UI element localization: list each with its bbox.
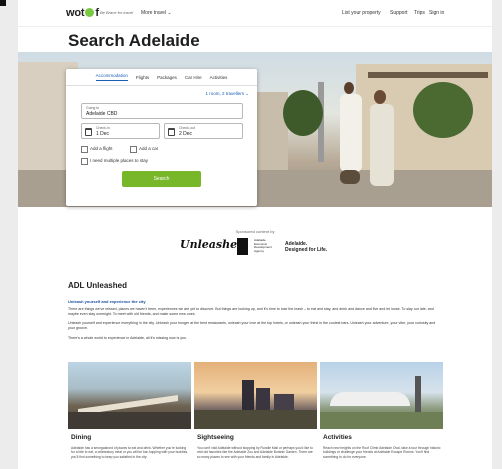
search-button[interactable]: Search <box>122 171 201 187</box>
sightseeing-card[interactable]: Sightseeing You can't visit Adelaide wit… <box>194 362 317 469</box>
calendar-icon <box>85 128 92 136</box>
nav-list-property[interactable]: List your property <box>342 10 381 16</box>
search-panel: Accommodation Flights Packages Car Hire … <box>66 69 257 206</box>
card-title: Sightseeing <box>197 434 234 441</box>
tab-packages[interactable]: Packages <box>157 75 177 80</box>
sponsor-label: Sponsored content by <box>235 229 275 234</box>
nav-sign-in[interactable]: Sign in <box>429 10 444 16</box>
government-logo <box>237 238 248 255</box>
multiple-places-checkbox[interactable] <box>81 158 88 165</box>
agency-text: Adelaide Economic Development Agency <box>254 238 272 253</box>
card-title: Activities <box>323 434 352 441</box>
article-paragraph: There are things we've missed, places we… <box>68 307 434 316</box>
going-to-label: Going to <box>86 106 100 110</box>
tab-activities[interactable]: Activities <box>210 75 228 80</box>
page-frame: wot f Be Brave for travel More travel ⌄ L… <box>18 0 492 469</box>
nav-trips[interactable]: Trips <box>414 10 425 16</box>
card-text: You can't visit Adelaide without stoppin… <box>197 446 313 459</box>
activities-image <box>320 362 443 429</box>
going-to-value: Adelaide CBD <box>86 111 118 117</box>
search-tabs: Accommodation Flights Packages Car Hire … <box>66 69 257 86</box>
check-out-field[interactable]: Check-out 2 Dec <box>164 123 243 139</box>
sightseeing-image <box>194 362 317 429</box>
tab-accommodation[interactable]: Accommodation <box>95 73 128 81</box>
add-car-label: Add a car <box>139 146 159 151</box>
check-in-field[interactable]: Check-in 1 Dec <box>81 123 160 139</box>
chevron-down-icon: ⌄ <box>245 91 249 96</box>
adl-unleashed-logo: Unleashed <box>180 238 245 251</box>
check-out-label: Check-out <box>179 126 195 130</box>
article-paragraph: Unleash yourself and experience everythi… <box>68 321 436 330</box>
article-title: ADL Unleashed <box>68 281 127 290</box>
dining-image <box>68 362 191 429</box>
add-flight-checkbox[interactable] <box>81 146 88 153</box>
tab-car-hire[interactable]: Car Hire <box>185 75 202 80</box>
card-text: Adelaide has a smorgasbord of places to … <box>71 446 189 459</box>
add-flight-label: Add a flight <box>90 146 113 151</box>
tagline: Be Brave for travel <box>100 10 134 15</box>
top-navigation: wot f Be Brave for travel More travel ⌄ L… <box>18 0 492 27</box>
nav-support[interactable]: Support <box>390 10 408 16</box>
more-travel-menu[interactable]: More travel ⌄ <box>141 10 172 16</box>
chevron-down-icon: ⌄ <box>167 10 172 16</box>
add-car-checkbox[interactable] <box>130 146 137 153</box>
card-title: Dining <box>71 434 92 441</box>
wotif-logo[interactable]: wot f <box>66 7 99 19</box>
dining-card[interactable]: Dining Adelaide has a smorgasbord of pla… <box>68 362 191 469</box>
going-to-field[interactable]: Going to Adelaide CBD <box>81 103 243 119</box>
travellers-selector[interactable]: 1 room, 2 travellers ⌄ <box>205 91 249 97</box>
adelaide-tagline: Adelaide. Designed for Life. <box>285 241 328 253</box>
tab-flights[interactable]: Flights <box>136 75 149 80</box>
calendar-icon <box>168 128 175 136</box>
article-subtitle: Unleash yourself and experience the city <box>68 299 146 304</box>
card-text: Reach new heights on the Roof Climb Adel… <box>323 446 441 459</box>
article-paragraph: There's a whole world to experience in A… <box>68 336 188 340</box>
page-title: Search Adelaide <box>68 31 200 50</box>
activities-card[interactable]: Activities Reach new heights on the Roof… <box>320 362 443 469</box>
multiple-places-label: I need multiple places to stay <box>90 158 149 163</box>
check-in-label: Check-in <box>96 126 110 130</box>
check-in-value: 1 Dec <box>96 131 110 137</box>
window-corner <box>0 0 6 6</box>
check-out-value: 2 Dec <box>179 131 193 137</box>
